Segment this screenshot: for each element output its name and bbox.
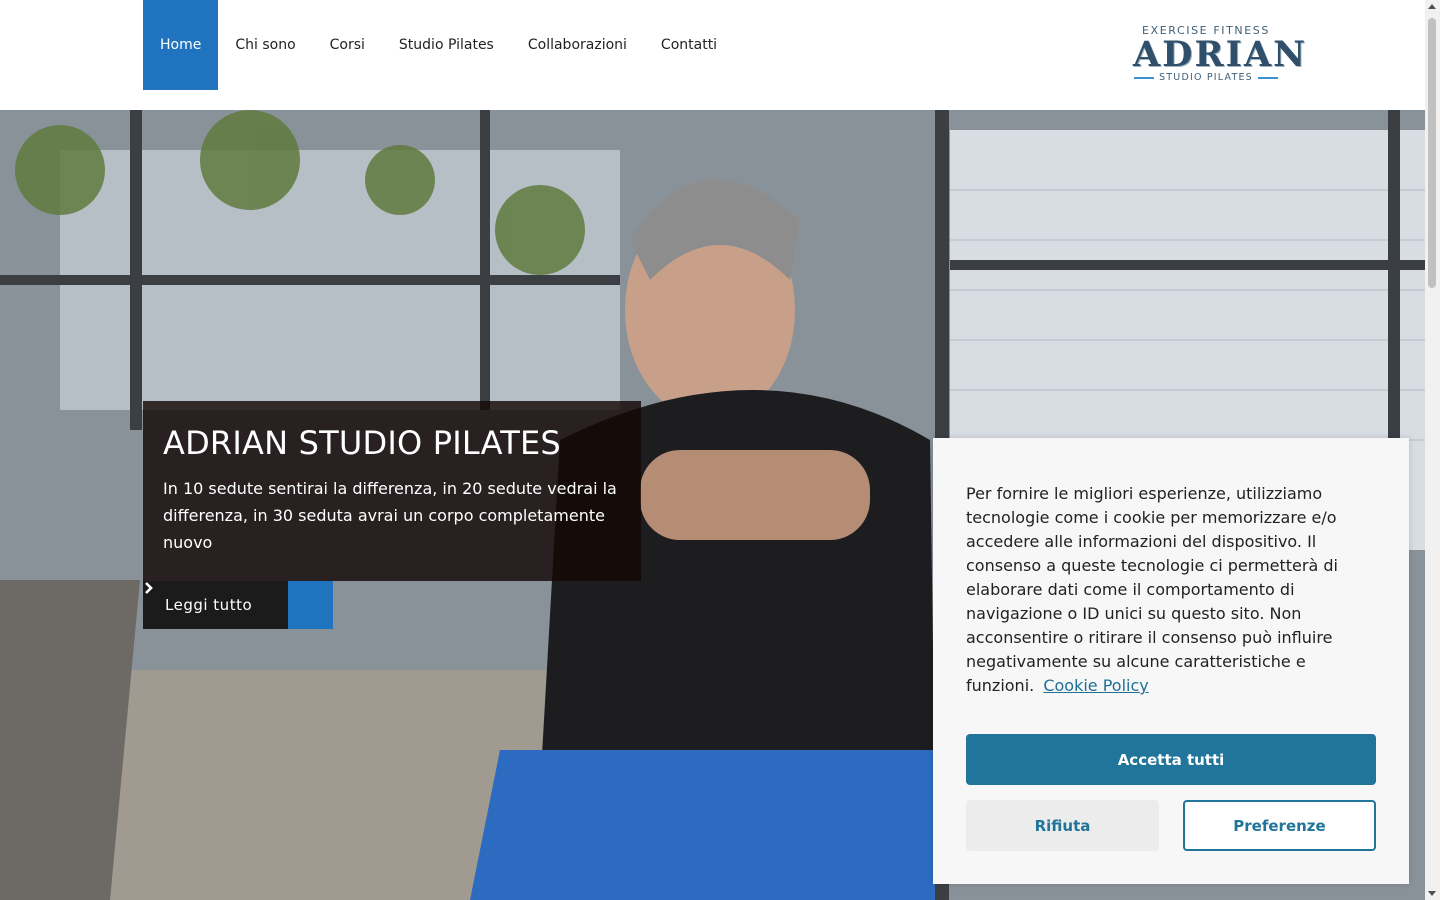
scroll-down-icon[interactable] <box>1428 891 1436 896</box>
cookie-message: Per fornire le migliori esperienze, util… <box>966 482 1376 698</box>
hero-description: In 10 sedute sentirai la differenza, in … <box>163 479 617 552</box>
hero-title: ADRIAN STUDIO PILATES <box>163 424 561 462</box>
accept-all-button[interactable]: Accetta tutti <box>966 734 1376 785</box>
nav-item-home[interactable]: Home <box>143 0 219 90</box>
logo-subtitle: STUDIO PILATES <box>1159 72 1253 83</box>
main-nav: Home Chi sono Corsi Studio Pilates Colla… <box>143 0 734 90</box>
nav-item-corsi[interactable]: Corsi <box>313 0 382 90</box>
cookie-policy-link[interactable]: Cookie Policy <box>1043 676 1148 695</box>
cookie-consent-banner: Per fornire le migliori esperienze, util… <box>933 438 1409 884</box>
nav-item-collaborazioni[interactable]: Collaborazioni <box>511 0 644 90</box>
logo-divider <box>1257 76 1278 79</box>
nav-item-contatti[interactable]: Contatti <box>644 0 734 90</box>
site-logo[interactable]: EXERCISE FITNESS ADRIAN STUDIO PILATES <box>1133 24 1308 88</box>
preferences-button[interactable]: Preferenze <box>1183 800 1376 851</box>
page-scrollbar[interactable] <box>1425 0 1440 900</box>
hero-caption: ADRIAN STUDIO PILATES In 10 sedute senti… <box>143 401 641 581</box>
reject-button[interactable]: Rifiuta <box>966 800 1159 851</box>
chevron-right-icon[interactable] <box>145 581 333 629</box>
read-more-button[interactable]: Leggi tutto <box>143 581 333 629</box>
logo-divider <box>1134 76 1155 79</box>
scroll-up-icon[interactable] <box>1428 4 1436 9</box>
read-more-label: Leggi tutto <box>143 581 288 629</box>
logo-wordmark: ADRIAN <box>1133 34 1308 75</box>
nav-item-studio-pilates[interactable]: Studio Pilates <box>382 0 511 90</box>
scrollbar-thumb[interactable] <box>1428 18 1436 288</box>
site-header: Home Chi sono Corsi Studio Pilates Colla… <box>0 0 1425 110</box>
nav-item-chi-sono[interactable]: Chi sono <box>218 0 312 90</box>
cookie-message-text: Per fornire le migliori esperienze, util… <box>966 484 1338 695</box>
